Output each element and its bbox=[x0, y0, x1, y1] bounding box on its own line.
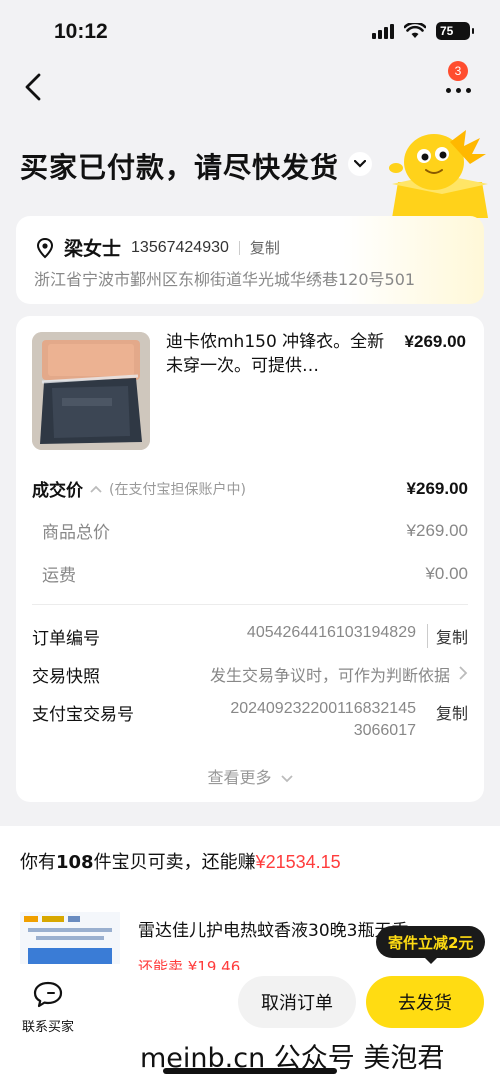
shipping-row: 运费 ¥0.00 bbox=[32, 561, 468, 587]
more-menu-button[interactable] bbox=[444, 80, 474, 100]
goods-total-value: ¥269.00 bbox=[406, 520, 468, 540]
battery-level: 75 bbox=[440, 24, 454, 38]
buyer-address: 浙江省宁波市鄞州区东柳街道华光城华绣巷120号501 bbox=[34, 270, 416, 289]
see-more-label: 查看更多 bbox=[207, 768, 272, 787]
alipay-trade-label: 支付宝交易号 bbox=[32, 705, 134, 725]
promo-item-image[interactable] bbox=[20, 912, 120, 964]
shipping-label: 运费 bbox=[42, 566, 76, 586]
product-price: ¥269.00 bbox=[404, 332, 466, 351]
status-bar: 10:12 75 bbox=[0, 0, 500, 60]
trade-snapshot-value: 发生交易争议时，可作为判断依据 bbox=[209, 668, 450, 685]
battery-icon: 75 bbox=[436, 22, 474, 40]
shipping-value: ¥0.00 bbox=[425, 563, 468, 583]
home-indicator bbox=[163, 1068, 337, 1074]
chevron-up-icon bbox=[90, 485, 102, 493]
order-card: 迪卡侬mh150 冲锋衣。全新未穿一次。可提供… ¥269.00 成交价 (在支… bbox=[16, 316, 484, 802]
deal-price-row[interactable]: 成交价 (在支付宝担保账户中) ¥269.00 bbox=[32, 476, 468, 502]
goods-total-row: 商品总价 ¥269.00 bbox=[32, 518, 468, 544]
deal-price-label: 成交价 bbox=[32, 481, 83, 501]
order-number-value: 4054264416103194829 bbox=[246, 624, 416, 641]
cancel-order-button[interactable]: 取消订单 bbox=[238, 976, 356, 1028]
promo-headline: 你有108件宝贝可卖，还能赚¥21534.15 bbox=[20, 848, 341, 874]
promo-head-mid: 件宝贝可卖，还能赚 bbox=[93, 852, 256, 873]
trade-snapshot-label: 交易快照 bbox=[32, 667, 100, 687]
signal-icon bbox=[372, 23, 394, 39]
chevron-down-icon bbox=[280, 775, 293, 783]
title-expand-button[interactable] bbox=[348, 152, 372, 176]
promo-earn-amount: ¥21534.15 bbox=[255, 852, 341, 872]
promo-item-count: 108 bbox=[56, 852, 94, 873]
location-pin-icon bbox=[36, 237, 54, 258]
alipay-trade-value-line2: 3066017 bbox=[353, 722, 416, 739]
goods-total-label: 商品总价 bbox=[42, 523, 110, 543]
copy-alipay-number-button[interactable]: 复制 bbox=[436, 700, 468, 724]
wifi-icon bbox=[404, 23, 426, 38]
deal-price-value: ¥269.00 bbox=[406, 478, 468, 498]
product-thumbnail[interactable] bbox=[32, 332, 150, 450]
copy-order-number-button[interactable]: 复制 bbox=[426, 624, 468, 648]
shipping-discount-tooltip: 寄件立减2元 bbox=[376, 926, 486, 964]
order-number-label: 订单编号 bbox=[32, 629, 100, 649]
alipay-trade-value-line1: 20240923220011683214​5 bbox=[230, 700, 416, 717]
buyer-name: 梁女士 bbox=[64, 238, 122, 260]
status-time: 10:12 bbox=[54, 20, 108, 43]
promo-item-photo bbox=[20, 912, 120, 964]
contact-buyer-button[interactable]: 联系买家 bbox=[20, 980, 76, 1035]
chevron-down-icon bbox=[354, 160, 366, 168]
deal-price-note: (在支付宝担保账户中) bbox=[109, 481, 246, 498]
chevron-right-icon bbox=[459, 666, 468, 680]
product-title[interactable]: 迪卡侬mh150 冲锋衣。全新未穿一次。可提供… bbox=[166, 330, 386, 378]
notification-badge: 3 bbox=[448, 61, 468, 81]
buyer-phone: 13567424930 bbox=[131, 238, 229, 256]
product-photo bbox=[32, 332, 150, 450]
address-card: 梁女士 13567424930 复制 浙江省宁波市鄞州区东柳街道华光城华绣巷12… bbox=[16, 216, 484, 304]
ship-order-button[interactable]: 去发货 bbox=[366, 976, 484, 1028]
chat-bubble-icon bbox=[33, 981, 63, 1008]
contact-buyer-label: 联系买家 bbox=[21, 1020, 74, 1035]
see-more-button[interactable]: 查看更多 bbox=[16, 764, 484, 788]
copy-address-button[interactable]: 复制 bbox=[250, 237, 280, 258]
back-arrow-icon[interactable] bbox=[20, 72, 46, 102]
mascot-illustration bbox=[389, 130, 488, 218]
promo-item-name[interactable]: 雷达佳儿护电热蚊香液30晚3瓶无香 bbox=[138, 916, 408, 941]
page-title: 买家已付款，请尽快发货 bbox=[20, 151, 340, 184]
divider bbox=[32, 604, 468, 605]
status-icons: 75 bbox=[372, 22, 474, 40]
divider bbox=[238, 240, 240, 255]
promo-head-prefix: 你有 bbox=[20, 852, 56, 873]
